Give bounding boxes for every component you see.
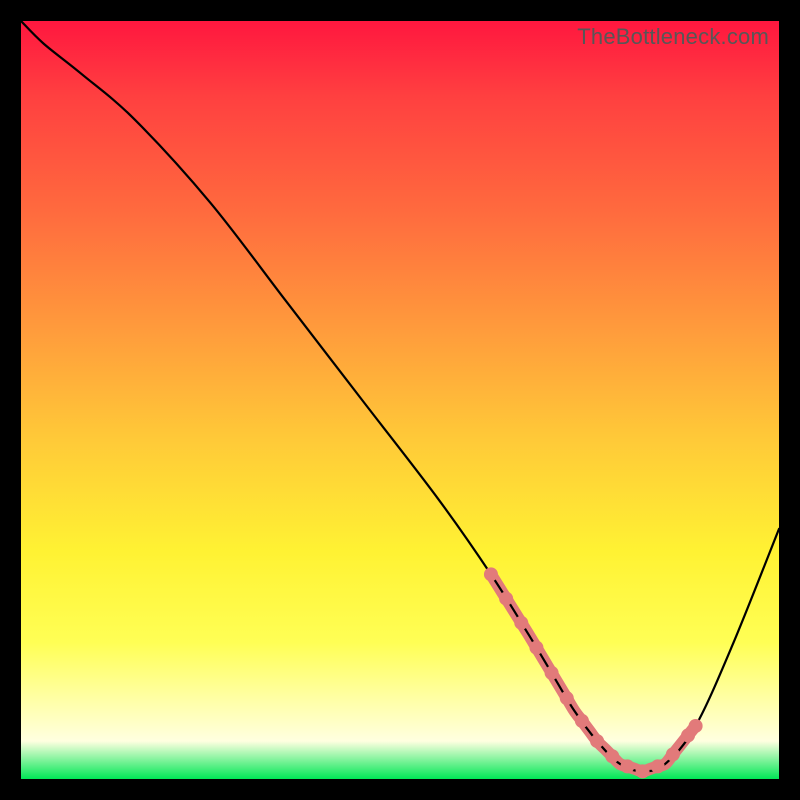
optimal-point-dot [575,714,589,728]
optimal-point-dot [484,567,498,581]
optimal-point-dot [666,747,680,761]
bottleneck-curve-svg [21,21,779,779]
optimal-point-dot [560,691,574,705]
optimal-point-dot [605,749,619,763]
optimal-point-dot [514,616,528,630]
optimal-point-dot [620,759,634,773]
optimal-point-dot [689,719,703,733]
optimal-range-highlight [491,574,696,771]
optimal-point-dot [651,759,665,773]
optimal-point-dot [529,641,543,655]
optimal-range-dots [484,567,703,778]
optimal-point-dot [681,728,695,742]
optimal-point-dot [545,666,559,680]
optimal-point-dot [499,592,513,606]
optimal-point-dot [636,764,650,778]
chart-plot-area: TheBottleneck.com [21,21,779,779]
watermark-label: TheBottleneck.com [577,24,769,50]
optimal-point-dot [590,734,604,748]
bottleneck-curve-line [21,21,779,771]
